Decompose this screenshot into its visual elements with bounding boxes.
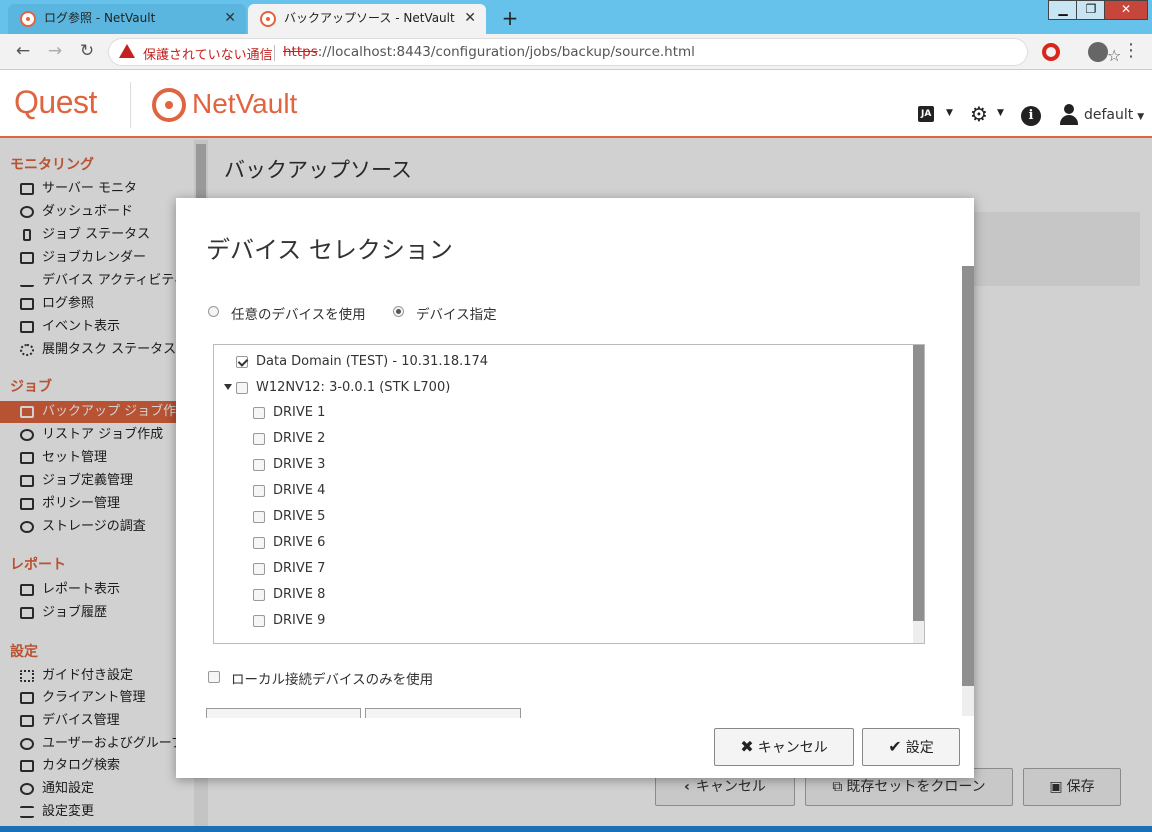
local-only-label: ローカル接続デバイスのみを使用 [231, 672, 434, 688]
tree-item-drive[interactable]: DRIVE 4 [253, 481, 325, 501]
checkbox-drive[interactable] [253, 485, 265, 497]
reload-icon[interactable]: ↻ [76, 41, 98, 61]
radio-any-device-label: 任意のデバイスを使用 [231, 307, 366, 323]
scrollbar-thumb[interactable] [913, 345, 924, 621]
checkbox-library[interactable] [236, 382, 248, 394]
tree-item-drive[interactable]: DRIVE 6 [253, 533, 325, 553]
tab-title: ログ参照 - NetVault [44, 11, 156, 25]
device-tree: Data Domain (TEST) - 10.31.18.174 W12NV1… [213, 344, 925, 644]
toggle-selection-button[interactable] [365, 708, 521, 718]
checkbox-drive[interactable] [253, 615, 265, 627]
os-taskbar [0, 826, 1152, 832]
account-icon[interactable] [1088, 42, 1108, 62]
tree-item-drive[interactable]: DRIVE 9 [253, 611, 325, 631]
insecure-label: 保護されていない通信 [143, 48, 273, 63]
address-bar[interactable]: 保護されていない通信 https://localhost:8443/config… [108, 38, 1121, 66]
radio-any-device[interactable] [208, 306, 219, 317]
checkbox-drive[interactable] [253, 433, 265, 445]
checkbox-drive[interactable] [253, 537, 265, 549]
tree-item-drive[interactable]: DRIVE 5 [253, 507, 325, 527]
opera-extension-icon[interactable] [1042, 43, 1060, 61]
close-icon[interactable]: ✕ [464, 4, 476, 32]
user-name: default [1084, 107, 1134, 123]
checkbox-data-domain[interactable] [236, 356, 248, 368]
tree-item-drive[interactable]: DRIVE 7 [253, 559, 325, 579]
back-arrow-icon[interactable]: ← [12, 41, 34, 61]
expand-arrow-icon[interactable] [224, 384, 232, 390]
browser-tab-backup-source[interactable]: バックアップソース - NetVault ✕ [248, 4, 486, 34]
checkbox-drive[interactable] [253, 407, 265, 419]
bookmark-star-icon[interactable]: ☆ [1107, 46, 1121, 65]
deselect-all-button[interactable] [206, 708, 361, 718]
device-selection-dialog: デバイス セレクション 任意のデバイスを使用 デバイス指定 Data Domai… [176, 198, 974, 778]
chevron-down-icon[interactable]: ▼ [997, 108, 1004, 118]
chevron-down-icon: ▼ [1137, 112, 1145, 122]
browser-toolbar: ← → ↻ 保護されていない通信 https://localhost:8443/… [0, 34, 1152, 70]
maximize-icon[interactable]: ❐ [1076, 0, 1106, 20]
warning-icon [119, 44, 135, 58]
tree-item-drive[interactable]: DRIVE 8 [253, 585, 325, 605]
url-path: ://localhost:8443/configuration/jobs/bac… [317, 44, 695, 60]
chevron-down-icon[interactable]: ▼ [946, 108, 953, 118]
tab-title: バックアップソース - NetVault [284, 11, 455, 25]
checkbox-drive[interactable] [253, 511, 265, 523]
x-icon: ✖ [740, 737, 754, 756]
checkbox-drive[interactable] [253, 563, 265, 575]
tree-scrollbar[interactable] [913, 345, 924, 643]
radio-specify-device-label: デバイス指定 [416, 307, 497, 323]
scrollbar-thumb[interactable] [962, 266, 974, 686]
url-text[interactable]: https://localhost:8443/configuration/job… [283, 44, 695, 60]
logo-divider [130, 82, 131, 128]
url-scheme: https [283, 44, 318, 60]
quest-logo: Quest [14, 84, 97, 120]
checkbox-drive[interactable] [253, 589, 265, 601]
close-icon[interactable]: ✕ [224, 4, 236, 32]
window-close-icon[interactable]: ✕ [1104, 0, 1148, 20]
browser-tab-bar: ログ参照 - NetVault ✕ バックアップソース - NetVault ✕… [0, 0, 1152, 34]
netvault-favicon-icon [260, 11, 276, 27]
user-icon[interactable] [1059, 104, 1079, 126]
app-header: Quest NetVault JA ▼ ⚙ ▼ i default ▼ [0, 70, 1152, 138]
netvault-logo-icon [152, 88, 186, 122]
checkmark-icon: ✔ [888, 737, 902, 756]
divider [274, 45, 275, 61]
browser-menu-icon[interactable]: ⋮ [1122, 40, 1140, 61]
tree-item-drive[interactable]: DRIVE 1 [253, 403, 325, 423]
netvault-favicon-icon [20, 11, 36, 27]
dialog-scrollbar[interactable] [962, 266, 974, 716]
forward-arrow-icon[interactable]: → [44, 41, 66, 61]
settings-gear-icon[interactable]: ⚙ [970, 102, 988, 126]
dialog-set-button[interactable]: ✔ 設定 [862, 728, 960, 766]
language-icon[interactable]: JA [918, 106, 935, 122]
tree-item-drive[interactable]: DRIVE 2 [253, 429, 325, 449]
info-icon[interactable]: i [1021, 106, 1041, 126]
checkbox-local-only[interactable] [208, 671, 220, 683]
user-menu[interactable]: default ▼ [1084, 107, 1144, 123]
radio-specify-device[interactable] [393, 306, 404, 317]
dialog-title: デバイス セレクション [206, 236, 453, 264]
tree-item-drive[interactable]: DRIVE 3 [253, 455, 325, 475]
minimize-icon[interactable]: ▁ [1048, 0, 1078, 20]
browser-tab-log[interactable]: ログ参照 - NetVault ✕ [8, 4, 246, 34]
dialog-cancel-button[interactable]: ✖ キャンセル [714, 728, 854, 766]
netvault-logo: NetVault [192, 88, 298, 119]
checkbox-drive[interactable] [253, 459, 265, 471]
tree-item-library[interactable]: W12NV12: 3-0.0.1 (STK L700) [224, 378, 450, 398]
new-tab-plus-icon[interactable]: + [498, 6, 522, 30]
tree-item-data-domain[interactable]: Data Domain (TEST) - 10.31.18.174 [236, 352, 488, 372]
